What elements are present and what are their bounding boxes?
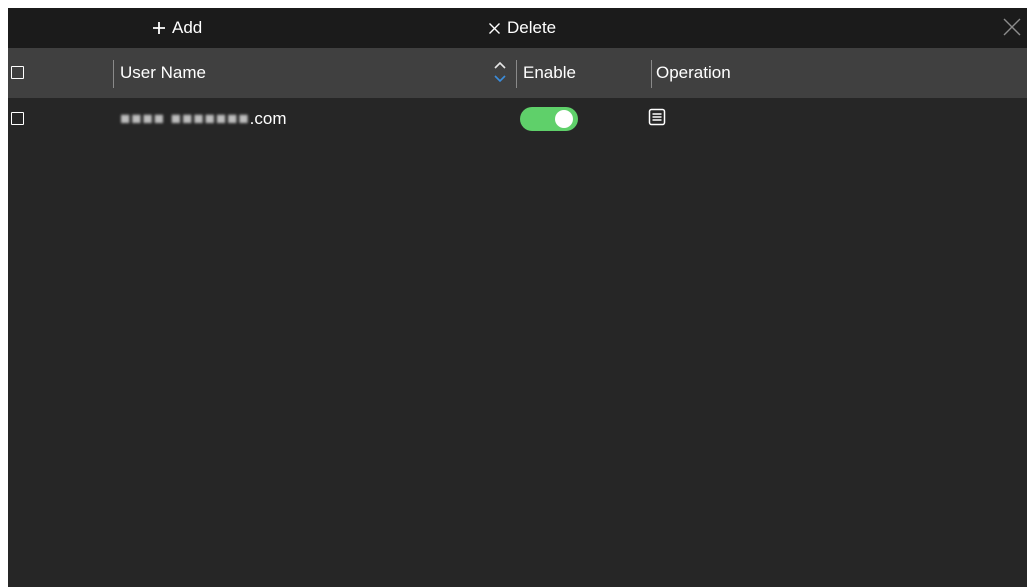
plus-icon bbox=[152, 21, 166, 35]
table-header: User Name Enable Operation bbox=[8, 48, 1027, 98]
redacted-email: ■■■■ ■■■■■■■ bbox=[120, 109, 250, 128]
sort-toggle-icon[interactable] bbox=[493, 59, 507, 85]
column-divider bbox=[651, 60, 652, 88]
column-header-user-name[interactable]: User Name bbox=[120, 63, 206, 83]
add-label: Add bbox=[172, 18, 203, 37]
delete-label: Delete bbox=[507, 18, 557, 37]
user-name-cell: ■■■■ ■■■■■■■.com bbox=[120, 109, 287, 129]
column-header-operation[interactable]: Operation bbox=[656, 63, 731, 83]
enable-toggle[interactable] bbox=[520, 107, 578, 131]
delete-button[interactable]: Delete bbox=[488, 8, 556, 48]
toolbar: Add Delete bbox=[8, 8, 1027, 48]
toggle-knob bbox=[555, 110, 573, 128]
user-management-panel: Add Delete User Name Enable Operation ■■… bbox=[8, 8, 1027, 587]
add-button[interactable]: Add bbox=[152, 8, 202, 48]
user-name-domain: .com bbox=[249, 109, 287, 128]
table-row[interactable]: ■■■■ ■■■■■■■.com bbox=[8, 100, 1027, 138]
x-icon bbox=[488, 22, 501, 35]
select-all-checkbox[interactable] bbox=[11, 66, 24, 79]
close-icon[interactable] bbox=[999, 14, 1025, 40]
column-divider bbox=[113, 60, 114, 88]
edit-list-icon[interactable] bbox=[648, 108, 666, 126]
row-checkbox[interactable] bbox=[11, 112, 24, 125]
column-header-enable[interactable]: Enable bbox=[523, 63, 576, 83]
column-divider bbox=[516, 60, 517, 88]
